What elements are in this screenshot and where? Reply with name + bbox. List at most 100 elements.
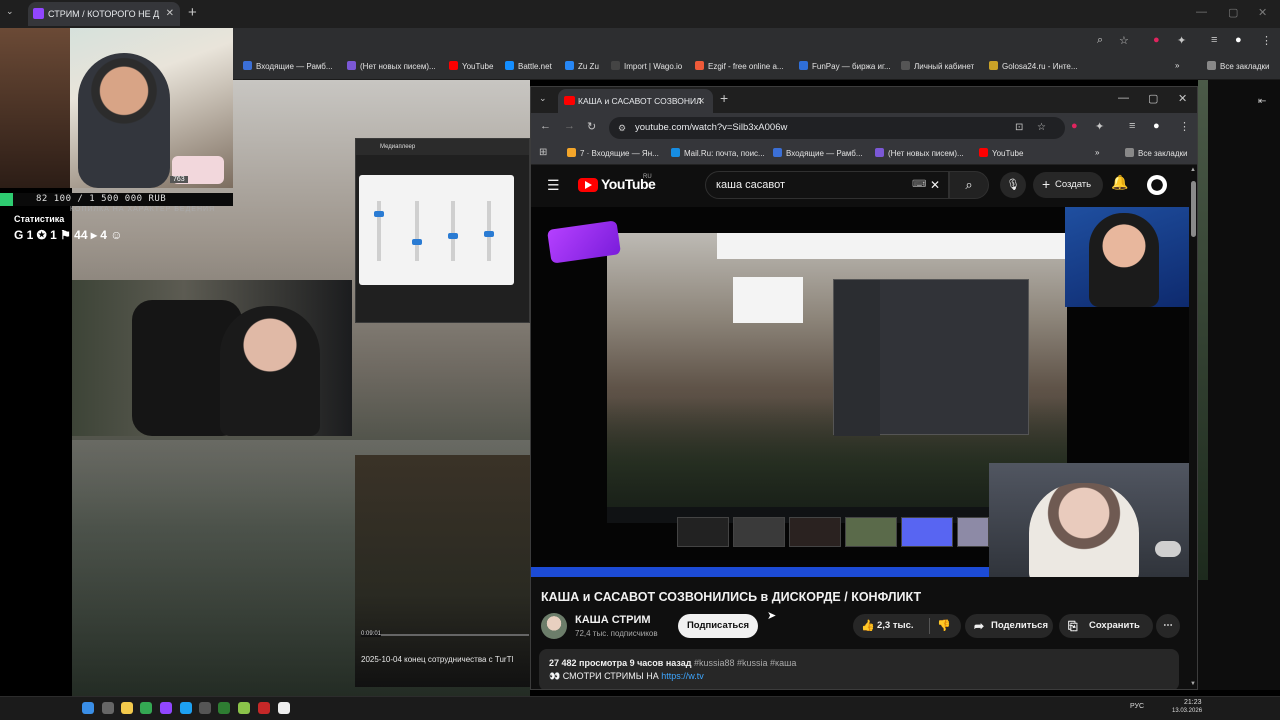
- extension-red-icon[interactable]: ●: [1153, 34, 1160, 46]
- like-count[interactable]: 2,3 тыс.: [877, 614, 914, 638]
- more-menu-icon[interactable]: ⋮: [1261, 34, 1272, 47]
- media-player-seekbar[interactable]: [361, 634, 529, 636]
- dislike-icon[interactable]: 👎: [937, 614, 951, 638]
- page-scrollbar[interactable]: ▲ ▼: [1189, 165, 1197, 689]
- bookmark-star-icon[interactable]: ☆: [1037, 117, 1046, 139]
- minimize-icon[interactable]: —: [1118, 92, 1129, 104]
- bookmark-item[interactable]: Входящие — Рамб...: [773, 148, 863, 158]
- bookmark-item[interactable]: YouTube: [979, 148, 1023, 158]
- side-panel-icon[interactable]: ⇤: [1258, 96, 1266, 107]
- bookmark-item[interactable]: Ezgif - free online a...: [695, 61, 784, 71]
- maximize-icon[interactable]: ▢: [1148, 92, 1158, 105]
- forward-icon[interactable]: →: [564, 120, 575, 132]
- close-window-icon[interactable]: ✕: [1258, 6, 1267, 19]
- maximize-icon[interactable]: ▢: [1228, 6, 1238, 19]
- bookmark-item[interactable]: Mail.Ru: почта, поис...: [671, 148, 765, 158]
- more-actions-icon[interactable]: ⋯: [1156, 614, 1180, 638]
- scroll-down-icon[interactable]: ▼: [1190, 681, 1196, 687]
- save-button[interactable]: ⎘ Сохранить: [1059, 614, 1153, 638]
- close-window-icon[interactable]: ✕: [1178, 92, 1187, 105]
- bookmark-item[interactable]: (Нет новых писем)...: [875, 148, 964, 158]
- app-icon[interactable]: [238, 702, 250, 714]
- search-icon[interactable]: [102, 702, 114, 714]
- clear-search-icon[interactable]: ✕: [930, 172, 940, 198]
- app-icon[interactable]: [199, 702, 211, 714]
- zoom-icon[interactable]: ⌕: [1097, 34, 1103, 47]
- url-input[interactable]: ⚙ youtube.com/watch?v=Silb3xA006w ⊡ ☆: [609, 117, 1065, 139]
- obs-icon[interactable]: [278, 702, 290, 714]
- site-info-icon[interactable]: ⚙: [618, 117, 626, 139]
- bookmark-item[interactable]: FunPay — биржа иг...: [799, 61, 891, 71]
- clock-time[interactable]: 21:23: [1184, 699, 1202, 706]
- volume-slider[interactable]: [374, 201, 384, 261]
- bookmarks-overflow-icon[interactable]: »: [1175, 61, 1179, 70]
- create-button[interactable]: Создать: [1033, 171, 1103, 198]
- hashtags[interactable]: #kussia88 #kussia #каша: [694, 658, 796, 668]
- description-link[interactable]: https://w.tv: [661, 671, 704, 681]
- more-menu-icon[interactable]: ⋮: [1179, 120, 1190, 133]
- minimize-icon[interactable]: —: [1196, 6, 1207, 18]
- channel-name[interactable]: КАША СТРИМ: [575, 614, 651, 626]
- description-box[interactable]: 27 482 просмотра 9 часов назад #kussia88…: [539, 649, 1179, 689]
- new-tab-icon[interactable]: +: [720, 90, 728, 106]
- bookmark-item[interactable]: Личный кабинет: [901, 61, 974, 71]
- outer-tab-stream[interactable]: СТРИМ / КОТОРОГО НЕ Д ✕: [28, 2, 180, 26]
- tab-search-icon[interactable]: ⌄: [539, 93, 547, 104]
- keyboard-icon[interactable]: ⌨: [912, 172, 926, 198]
- channel-avatar[interactable]: [541, 613, 567, 639]
- volume-slider[interactable]: [448, 201, 458, 261]
- like-icon[interactable]: 👍: [861, 614, 875, 638]
- bookmark-item[interactable]: 7 · Входящие — Ян...: [567, 148, 659, 158]
- media-control-icon[interactable]: ≡: [1129, 120, 1135, 132]
- search-button[interactable]: ⌕: [949, 171, 989, 199]
- voice-search-icon[interactable]: 🎙: [1000, 172, 1026, 198]
- app-icon[interactable]: [258, 702, 270, 714]
- extension-red-icon[interactable]: ●: [1071, 120, 1078, 132]
- search-input[interactable]: каша сасавот ⌨ ✕: [705, 171, 949, 199]
- start-icon[interactable]: [82, 702, 94, 714]
- hamburger-menu-icon[interactable]: ☰: [547, 177, 560, 194]
- bookmark-item[interactable]: Battle.net: [505, 61, 552, 71]
- notifications-bell-icon[interactable]: 🔔: [1111, 174, 1128, 191]
- language-indicator[interactable]: РУС: [1130, 703, 1144, 710]
- extensions-puzzle-icon[interactable]: ✦: [1177, 34, 1186, 47]
- bookmark-item[interactable]: YouTube: [449, 61, 493, 71]
- volume-slider[interactable]: [484, 201, 494, 261]
- back-icon[interactable]: ←: [540, 120, 551, 132]
- media-control-icon[interactable]: ≡: [1211, 34, 1217, 46]
- telegram-icon[interactable]: [180, 702, 192, 714]
- twitch-icon[interactable]: [160, 702, 172, 714]
- profile-icon[interactable]: ●: [1153, 120, 1160, 132]
- all-bookmarks[interactable]: Все закладки: [1207, 61, 1269, 71]
- extensions-puzzle-icon[interactable]: ✦: [1095, 120, 1104, 133]
- bookmark-star-icon[interactable]: ☆: [1119, 34, 1129, 47]
- scrollbar-thumb[interactable]: [1191, 181, 1196, 237]
- clock-date[interactable]: 13.03.2026: [1172, 708, 1202, 714]
- reload-icon[interactable]: ↻: [587, 120, 596, 133]
- tab-search-icon[interactable]: ⌄: [6, 6, 14, 17]
- scroll-up-icon[interactable]: ▲: [1190, 167, 1196, 173]
- install-app-icon[interactable]: ⊡: [1015, 117, 1023, 139]
- bookmark-item[interactable]: Входящие — Рамб...: [243, 61, 333, 71]
- profile-icon[interactable]: ●: [1235, 34, 1242, 46]
- new-tab-icon[interactable]: +: [188, 4, 197, 21]
- file-explorer-icon[interactable]: [121, 702, 133, 714]
- chrome-icon[interactable]: [140, 702, 152, 714]
- volume-slider[interactable]: [412, 201, 422, 261]
- inner-tab-youtube[interactable]: КАША и САСАВОТ СОЗВОНИЛ ✕: [558, 89, 713, 113]
- bookmark-item[interactable]: Zu Zu: [565, 61, 599, 71]
- bookmark-item[interactable]: Golosa24.ru - Инте...: [989, 61, 1078, 71]
- apps-grid-icon[interactable]: ⊞: [539, 147, 547, 158]
- youtube-logo-icon[interactable]: [578, 178, 598, 192]
- share-button[interactable]: ➦ Поделиться: [965, 614, 1053, 638]
- video-player[interactable]: [531, 207, 1189, 577]
- close-tab-icon[interactable]: ✕: [166, 2, 174, 26]
- account-avatar[interactable]: [1147, 175, 1167, 195]
- app-icon[interactable]: [218, 702, 230, 714]
- all-bookmarks[interactable]: Все закладки: [1125, 148, 1187, 158]
- bookmarks-overflow-icon[interactable]: »: [1095, 148, 1099, 157]
- subscribe-button[interactable]: Подписаться: [678, 614, 758, 638]
- bookmark-item[interactable]: (Нет новых писем)...: [347, 61, 436, 71]
- bookmark-item[interactable]: Import | Wago.io: [611, 61, 682, 71]
- close-tab-icon[interactable]: ✕: [697, 89, 705, 113]
